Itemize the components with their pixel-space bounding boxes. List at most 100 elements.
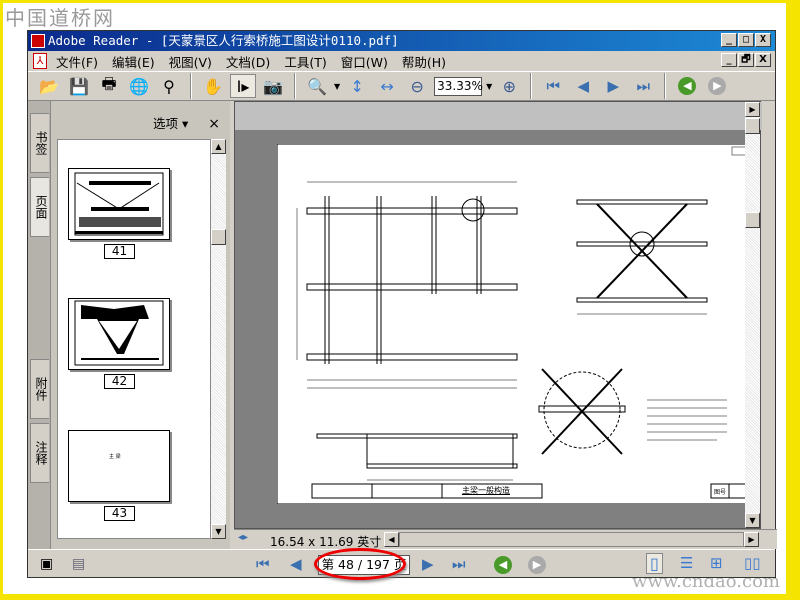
watermark-logo: 中国道桥网 [5,6,115,30]
section-d-d [576,199,708,315]
horizontal-scrollbar[interactable] [399,532,744,547]
scroll-left-icon[interactable]: ◀ [384,532,399,547]
adobe-reader-window: Adobe Reader - [天蒙景区人行索桥施工图设计0110.pdf] _… [27,30,777,580]
thumbnail-label: 42 [104,374,135,389]
select-text-tool-icon[interactable]: I▸ [230,74,256,98]
hand-tool-icon[interactable]: ✋ [200,74,226,98]
scroll-up-icon[interactable]: ▲ [211,139,226,154]
toolbar: 📂 💾 🖶 🌐 ⚲ ✋ I▸ 📷 🔍 ▼ ↕ ↔ ⊖ 33.33% ▼ ⊕ ⏮ … [28,71,775,101]
pdf-page: 主梁一般构造 图号 [276,143,757,505]
document-vertical-scrollbar[interactable]: ▶ ▼ [745,102,760,528]
minimize-button[interactable]: _ [721,33,737,47]
doc-close-button[interactable]: X [755,53,771,67]
search-binoculars-icon[interactable]: ⚲ [156,74,182,98]
title-block [311,483,754,499]
general-notes [647,399,727,441]
menu-view[interactable]: 视图(V) [169,52,212,71]
doc-minimize-button[interactable]: _ [721,53,737,67]
status-first-page-icon[interactable]: ⏮ [256,555,270,573]
menu-document[interactable]: 文档(D) [226,52,270,71]
highlight-ellipse [314,548,406,580]
page-thumbnail-41[interactable] [68,168,170,240]
menu-bar: ⅄ 文件(F) 编辑(E) 视图(V) 文档(D) 工具(T) 窗口(W) 帮助… [28,51,775,71]
scroll-thumb[interactable] [745,118,760,134]
thumbnail-drawing [74,172,164,236]
close-button[interactable]: X [755,33,771,47]
single-page-view-icon[interactable]: ▯ [646,553,663,574]
print-icon[interactable]: 🖶 [96,74,122,98]
fit-width-icon[interactable]: ↔ [374,74,400,98]
thumbnail-label: 41 [104,244,135,259]
zoom-out-icon[interactable]: ⊖ [404,74,430,98]
document-horizontal-bar: ◂▸ 16.54 x 11.69 英寸 ◀ ▶ [234,529,777,549]
panel-scrollbar[interactable]: ▲ ▼ [211,139,226,539]
zoom-level-input[interactable]: 33.33% [434,76,483,96]
thumbnail-list: 41 42 主 梁 43 [57,139,211,539]
status-previous-page-icon[interactable]: ◀ [290,555,302,573]
fit-height-icon[interactable]: ↕ [344,74,370,98]
maximize-button[interactable]: □ [738,33,754,47]
tab-attachments[interactable]: 附件 [30,359,49,419]
status-back-icon[interactable]: ◀ [494,556,512,574]
status-forward-icon[interactable]: ▶ [528,556,546,574]
save-icon[interactable]: 💾 [66,74,92,98]
continuous-view-icon[interactable]: ☰ [680,554,693,572]
zoom-in-icon[interactable]: ⊕ [496,74,522,98]
zoom-tool-dropdown-icon[interactable]: ▼ [334,82,340,91]
menu-help[interactable]: 帮助(H) [402,52,446,71]
previous-page-icon[interactable]: ◀ [570,74,596,98]
page-layout-icon[interactable]: ▤ [72,556,85,572]
thumbnail-label: 43 [104,506,135,521]
forward-view-icon[interactable]: ▶ [708,77,727,95]
page-top-gap [235,102,762,130]
email-icon[interactable]: 🌐 [126,74,152,98]
pdf-document-icon[interactable]: ⅄ [33,53,47,69]
zoom-in-tool-icon[interactable]: 🔍 [304,74,330,98]
navigation-tabs: 书签 页面 附件 注释 [28,101,50,549]
page-thumbnail-43[interactable]: 主 梁 [68,430,170,502]
scroll-right-icon[interactable]: ▶ [744,532,759,547]
drawing-number-label: 图号 [714,489,727,496]
scroll-thumb[interactable] [211,229,226,245]
panel-close-icon[interactable]: × [208,116,220,132]
page-thumbnail-42[interactable] [68,298,170,370]
thumbnail-text: 主 梁 [109,454,121,460]
menu-file[interactable]: 文件(F) [56,52,98,71]
full-screen-icon[interactable]: ▣ [40,556,53,572]
pages-panel: 选项 ▾ × 41 42 主 梁 43 ▲ ▼ [50,101,230,549]
first-page-icon[interactable]: ⏮ [540,74,566,98]
menu-window[interactable]: 窗口(W) [341,52,388,71]
panel-options-menu[interactable]: 选项 ▾ [153,116,188,131]
facing-view-icon[interactable]: ▯▯ [744,554,761,572]
menu-edit[interactable]: 编辑(E) [112,52,155,71]
scroll-down-icon[interactable]: ▼ [211,524,226,539]
continuous-facing-view-icon[interactable]: ⊞ [710,554,723,572]
tab-bookmarks[interactable]: 书签 [30,113,49,173]
section-b-b [316,433,518,481]
doc-restore-button[interactable]: 🗗 [738,53,754,67]
status-bar: ▣ ▤ ⏮ ◀ 第 48 / 197 页 ▶ ⏭ ◀ ▶ ▯ ☰ ⊞ ▯▯ [28,548,775,580]
status-next-page-icon[interactable]: ▶ [422,555,434,573]
next-page-icon[interactable]: ▶ [600,74,626,98]
document-view: 主梁一般构造 图号 ▶ ▼ [234,101,762,529]
adobe-app-icon [31,34,45,48]
main-girder-elevation [296,181,518,389]
zoom-level-dropdown-icon[interactable]: ▼ [486,82,492,91]
tab-comments[interactable]: 注释 [30,423,49,483]
last-page-icon[interactable]: ⏭ [630,74,656,98]
menu-tools[interactable]: 工具(T) [284,52,326,71]
status-last-page-icon[interactable]: ⏭ [452,555,466,573]
thumbnail-drawing [74,300,164,366]
scroll-thumb-marker[interactable] [745,212,760,228]
detail-view [538,368,626,455]
back-view-icon[interactable]: ◀ [678,77,697,95]
scroll-down-icon[interactable]: ▼ [745,513,760,528]
open-icon[interactable]: 📂 [36,74,62,98]
split-handle-icon[interactable]: ◂▸ [238,532,248,543]
engineering-drawing [276,143,757,505]
tab-pages[interactable]: 页面 [30,177,49,237]
snapshot-camera-icon[interactable]: 📷 [260,74,286,98]
drawing-title: 主梁一般构造 [462,486,510,495]
window-title: Adobe Reader - [天蒙景区人行索桥施工图设计0110.pdf] [48,33,399,48]
scroll-right-panel-icon[interactable]: ▶ [745,102,760,117]
